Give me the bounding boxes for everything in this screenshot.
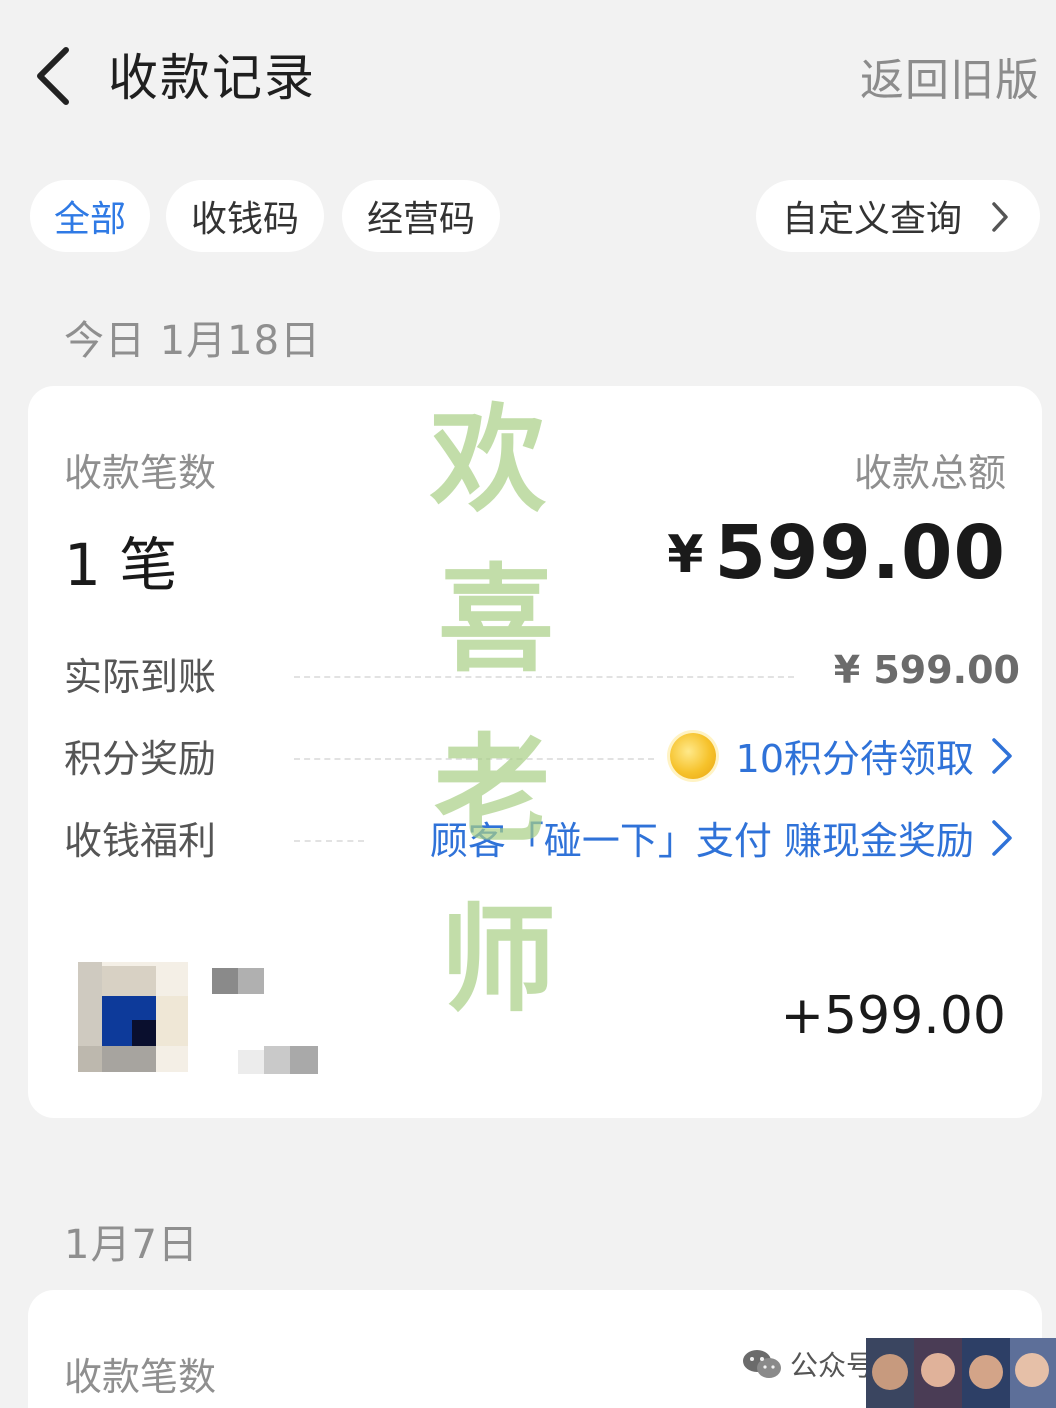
- total-amount: ¥599.00: [667, 510, 1006, 596]
- points-reward-value: 10积分待领取: [735, 737, 974, 781]
- top-bar: 收款记录 返回旧版: [0, 0, 1056, 150]
- cash-benefit-row[interactable]: 收钱福利 顾客「碰一下」支付 赚现金奖励: [64, 810, 1020, 870]
- chevron-right-icon: [992, 737, 1012, 774]
- chevron-right-icon: [992, 202, 1008, 232]
- cash-benefit-link[interactable]: 顾客「碰一下」支付 赚现金奖励: [430, 810, 1020, 865]
- actual-received-row: 实际到账 ¥ 599.00: [64, 646, 1020, 706]
- page-title: 收款记录: [108, 49, 316, 107]
- custom-query-label: 自定义查询: [782, 199, 963, 240]
- row-label: 积分奖励: [64, 737, 217, 781]
- filter-bar: 全部 收钱码 经营码 自定义查询: [0, 180, 1056, 256]
- total-label: 收款总额: [853, 451, 1006, 495]
- dashed-divider: [294, 676, 794, 678]
- chevron-left-icon: [37, 47, 69, 105]
- points-reward-row[interactable]: 积分奖励 10积分待领取: [64, 728, 1020, 788]
- payer-detail-pixelated: [238, 1046, 318, 1074]
- return-old-version-link[interactable]: 返回旧版: [860, 44, 1040, 108]
- count-value: 1 笔: [64, 531, 178, 599]
- row-label: 收钱福利: [64, 819, 217, 863]
- date-header-today: 今日 1月18日: [64, 318, 322, 364]
- dashed-divider: [294, 840, 364, 842]
- count-label: 收款笔数: [64, 1355, 217, 1399]
- payer-avatar-pixelated: [78, 962, 188, 1072]
- payment-records-screen: 收款记录 返回旧版 全部 收钱码 经营码 自定义查询 今日 1月18日 收款笔数…: [0, 0, 1056, 1408]
- date-header-earlier: 1月7日: [64, 1222, 199, 1268]
- total-amount-value: 599.00: [714, 510, 1006, 596]
- coin-icon: [669, 732, 716, 779]
- actual-received-value: ¥ 599.00: [833, 648, 1020, 692]
- back-button[interactable]: [28, 40, 88, 110]
- account-tag-label: 公众号: [790, 1349, 875, 1382]
- filter-business-code-chip[interactable]: 经营码: [342, 180, 500, 252]
- points-reward-link[interactable]: 10积分待领取: [669, 728, 1020, 783]
- count-label: 收款笔数: [64, 451, 217, 495]
- wechat-icon: [743, 1350, 781, 1378]
- filter-all-chip[interactable]: 全部: [30, 180, 150, 252]
- dashed-divider: [294, 758, 654, 760]
- cash-benefit-value: 顾客「碰一下」支付 赚现金奖励: [429, 819, 974, 863]
- filter-qr-code-chip[interactable]: 收钱码: [166, 180, 324, 252]
- row-label: 实际到账: [64, 655, 217, 699]
- chevron-right-icon: [992, 819, 1012, 856]
- custom-query-button[interactable]: 自定义查询: [756, 180, 1040, 252]
- daily-summary-card: 收款笔数 收款总额 1 笔 ¥599.00 实际到账 ¥ 599.00 积分奖励…: [28, 386, 1042, 1118]
- transaction-amount: +599.00: [780, 986, 1006, 1046]
- thumbnail-strip: [866, 1338, 1056, 1408]
- payer-name-pixelated: [212, 968, 264, 994]
- account-tag: 公众号: [742, 1344, 874, 1384]
- currency-symbol: ¥: [667, 525, 705, 585]
